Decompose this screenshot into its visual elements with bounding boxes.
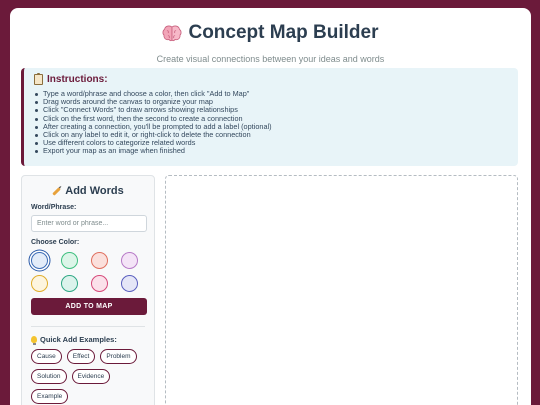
example-chip-solution[interactable]: Solution	[31, 369, 67, 384]
page-title-row: Concept Map Builder	[10, 22, 531, 44]
quick-add-heading: Quick Add Examples:	[31, 335, 145, 345]
example-chip-evidence[interactable]: Evidence	[71, 369, 111, 384]
add-words-title: Add Words	[65, 185, 124, 197]
example-chip-problem[interactable]: Problem	[100, 349, 137, 364]
instructions-heading: Instructions:	[34, 73, 508, 85]
concept-map-canvas[interactable]	[165, 175, 518, 405]
instructions-title: Instructions:	[47, 74, 108, 85]
example-chip-example[interactable]: Example	[31, 389, 69, 404]
page-title: Concept Map Builder	[188, 22, 379, 43]
color-swatch-yellow[interactable]	[31, 275, 48, 292]
pencil-icon	[52, 186, 62, 196]
quick-add-title: Quick Add Examples:	[40, 335, 117, 344]
add-words-heading: Add Words	[31, 185, 145, 197]
instruction-item: Export your map as an image when finishe…	[34, 147, 508, 155]
header: Concept Map Builder Create visual connec…	[10, 8, 531, 64]
color-picker	[31, 252, 145, 292]
divider	[31, 326, 145, 327]
app-window: Concept Map Builder Create visual connec…	[10, 8, 531, 405]
lightbulb-icon	[31, 336, 37, 345]
color-label: Choose Color:	[31, 239, 80, 246]
color-swatch-red[interactable]	[91, 252, 108, 269]
example-chip-cause[interactable]: Cause	[31, 349, 62, 364]
example-chip-effect[interactable]: Effect	[66, 349, 96, 364]
color-swatch-teal[interactable]	[61, 275, 78, 292]
brain-icon	[162, 25, 182, 42]
color-swatch-blue[interactable]	[31, 252, 48, 269]
color-swatch-green[interactable]	[61, 252, 78, 269]
instructions-panel: Instructions: Type a word/phrase and cho…	[21, 68, 518, 166]
page-subtitle: Create visual connections between your i…	[156, 54, 385, 64]
quick-add-examples: Cause Effect Problem Solution Evidence E…	[31, 349, 145, 404]
color-swatch-pink[interactable]	[91, 275, 108, 292]
add-to-map-button[interactable]: ADD TO MAP	[31, 298, 147, 315]
color-swatch-purple[interactable]	[121, 252, 138, 269]
word-label: Word/Phrase:	[31, 204, 77, 211]
clipboard-icon	[34, 73, 43, 85]
add-words-panel: Add Words Word/Phrase: Choose Color: ADD…	[21, 175, 155, 405]
word-input[interactable]	[31, 215, 147, 232]
color-swatch-indigo[interactable]	[121, 275, 138, 292]
instructions-list: Type a word/phrase and choose a color, t…	[34, 89, 508, 156]
